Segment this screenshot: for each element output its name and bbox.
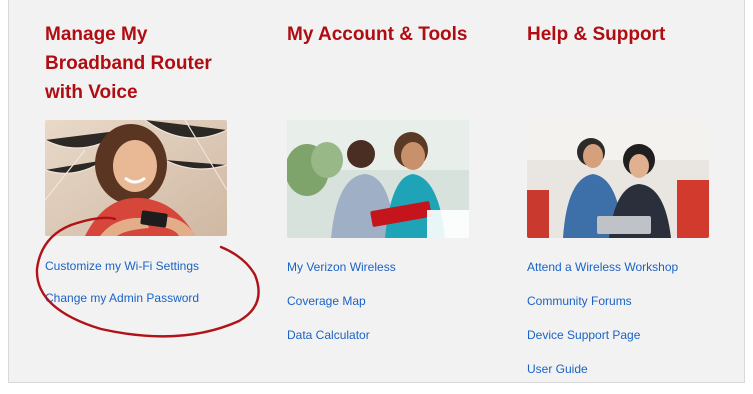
heading-line: with Voice	[45, 82, 138, 103]
heading-line: Manage My	[45, 24, 148, 45]
help-support-links: Attend a Wireless Workshop Community For…	[527, 258, 678, 394]
link-customize-wifi[interactable]: Customize my Wi-Fi Settings	[45, 259, 199, 273]
link-my-verizon-wireless[interactable]: My Verizon Wireless	[287, 260, 396, 274]
couple-with-tablet-photo	[287, 120, 469, 238]
account-tools-links: My Verizon Wireless Coverage Map Data Ca…	[287, 258, 396, 360]
list-item: Community Forums	[527, 292, 678, 326]
list-item: Change my Admin Password	[45, 289, 199, 321]
heading-line: Broadband Router	[45, 53, 212, 74]
link-user-guide[interactable]: User Guide	[527, 362, 588, 376]
couple-at-laptop-photo	[527, 120, 709, 238]
heading-line: My Account & Tools	[287, 24, 468, 45]
link-coverage-map[interactable]: Coverage Map	[287, 294, 366, 308]
link-community-forums[interactable]: Community Forums	[527, 294, 632, 308]
list-item: User Guide	[527, 360, 678, 394]
heading-line: Help & Support	[527, 24, 666, 45]
list-item: Device Support Page	[527, 326, 678, 360]
link-data-calculator[interactable]: Data Calculator	[287, 328, 370, 342]
link-device-support-page[interactable]: Device Support Page	[527, 328, 640, 342]
support-panel: Manage My Broadband Router with Voice Cu…	[8, 0, 745, 383]
list-item: Attend a Wireless Workshop	[527, 258, 678, 292]
list-item: My Verizon Wireless	[287, 258, 396, 292]
heading-account-tools: My Account & Tools	[287, 20, 468, 49]
heading-manage-router: Manage My Broadband Router with Voice	[45, 20, 212, 107]
list-item: Customize my Wi-Fi Settings	[45, 257, 199, 289]
list-item: Coverage Map	[287, 292, 396, 326]
heading-help-support: Help & Support	[527, 20, 665, 49]
link-change-admin-password[interactable]: Change my Admin Password	[45, 291, 199, 305]
manage-router-links: Customize my Wi-Fi Settings Change my Ad…	[45, 257, 199, 321]
link-attend-workshop[interactable]: Attend a Wireless Workshop	[527, 260, 678, 274]
list-item: Data Calculator	[287, 326, 396, 360]
woman-with-phone-photo	[45, 120, 227, 236]
